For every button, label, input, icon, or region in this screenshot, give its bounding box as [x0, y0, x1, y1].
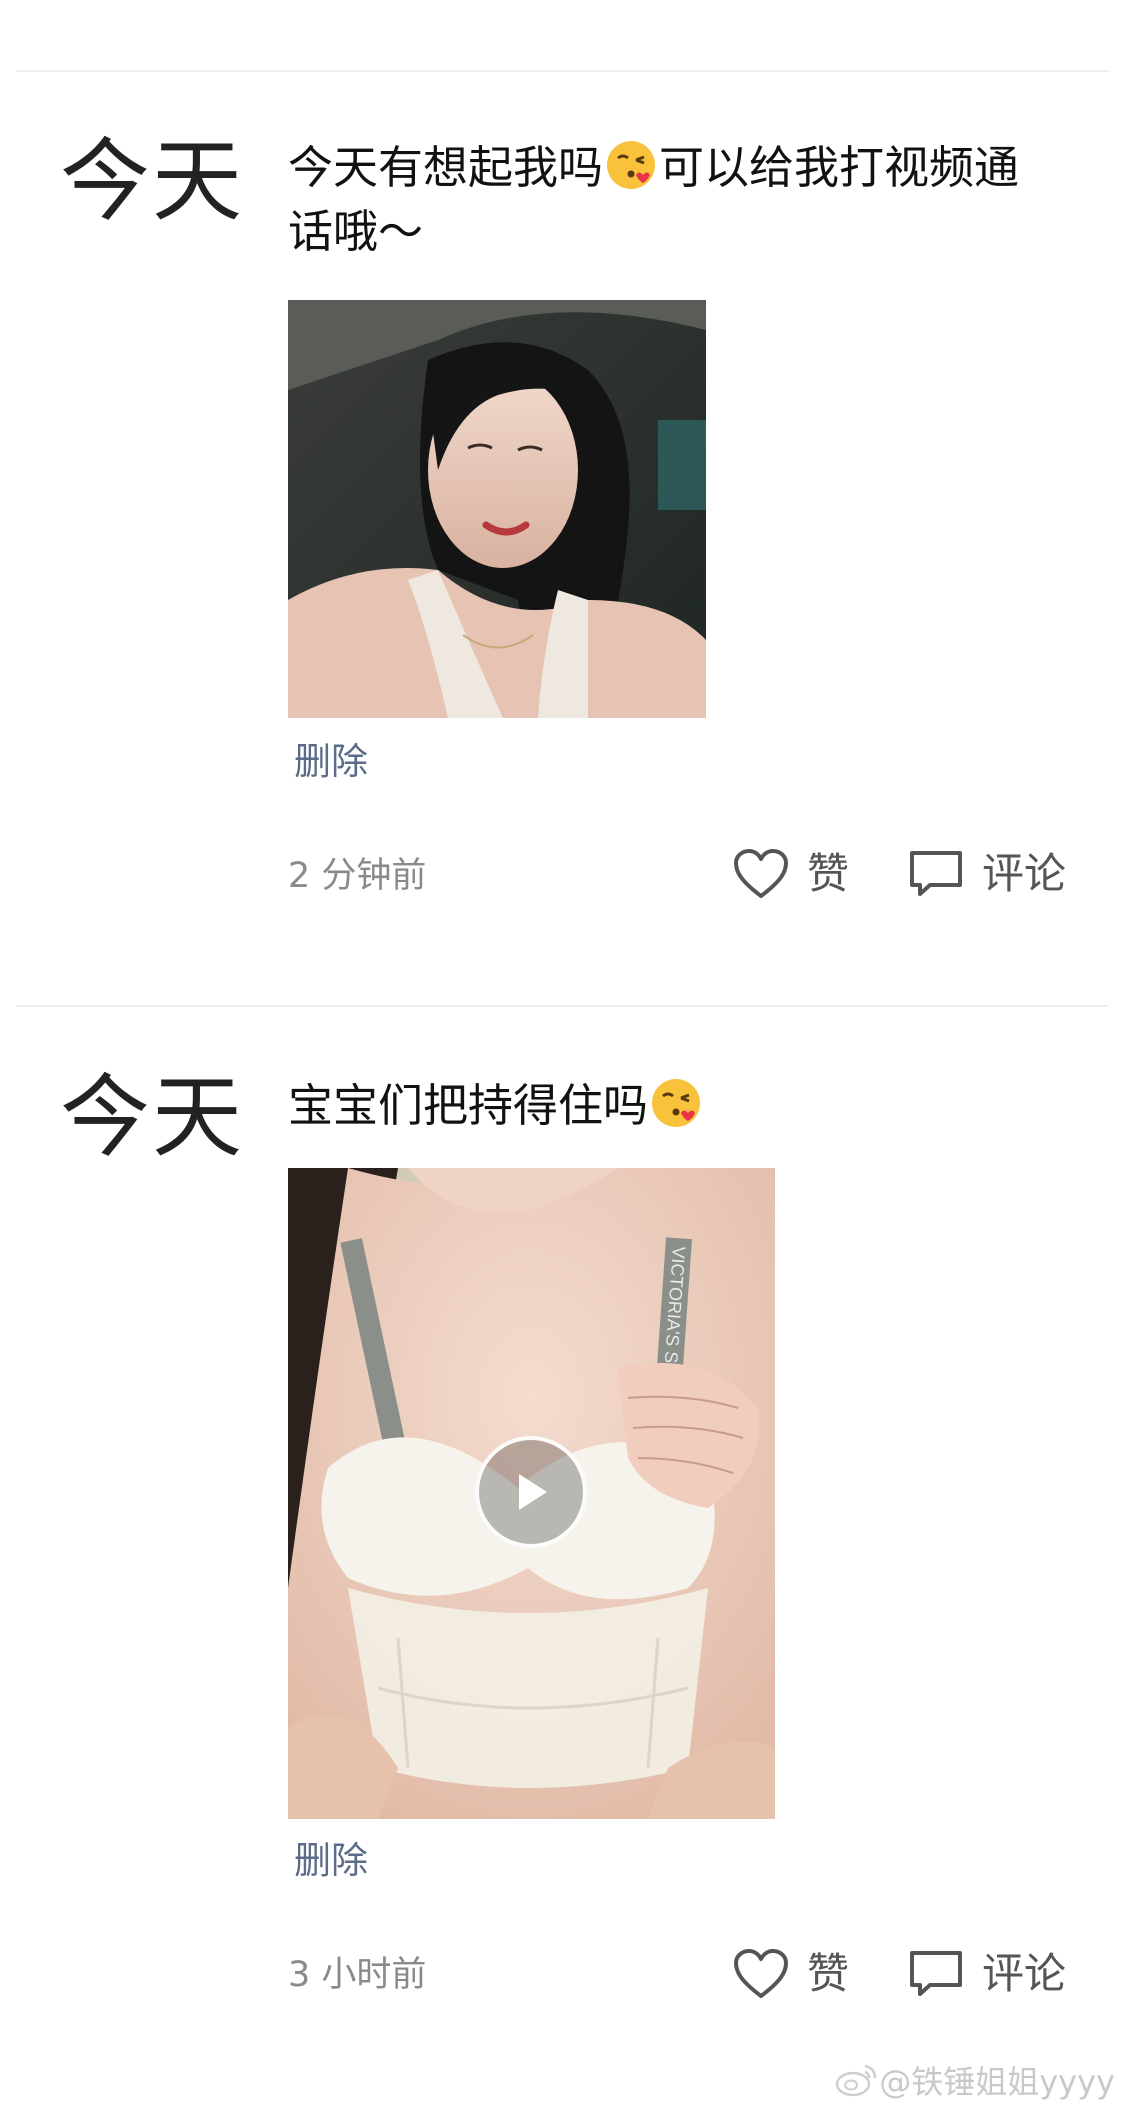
selfie-photo-image — [288, 300, 706, 718]
watermark: @铁锤姐姐yyyy — [835, 2057, 1115, 2103]
post-video[interactable]: VICTORIA'S SECRET — [288, 1168, 775, 1819]
post-text-part: 宝宝们把持得住吗 — [288, 1079, 649, 1132]
comment-button[interactable]: 评论 — [908, 1946, 1066, 2002]
like-button[interactable]: 赞 — [733, 846, 849, 902]
delete-post-link[interactable]: 删除 — [294, 737, 368, 787]
post-text: 宝宝们把持得住吗 — [288, 1074, 1048, 1138]
post-text: 今天有想起我吗 可以给我打视频通话哦～ — [288, 136, 1048, 264]
watermark-text: @铁锤姐姐yyyy — [879, 2063, 1115, 2101]
comment-bubble-icon — [910, 851, 962, 896]
delete-post-link[interactable]: 删除 — [294, 1836, 368, 1886]
like-label: 赞 — [807, 849, 850, 898]
post-divider — [16, 1005, 1109, 1007]
weibo-logo-icon — [835, 2064, 877, 2097]
post-date-label: 今天 — [60, 1065, 244, 1170]
heart-outline-icon — [734, 849, 788, 898]
comment-bubble-icon — [910, 1951, 962, 1996]
play-button[interactable] — [475, 1436, 587, 1548]
like-button[interactable]: 赞 — [733, 1946, 849, 2002]
post-date-label: 今天 — [60, 129, 244, 234]
kissing-face-emoji-icon — [607, 141, 656, 189]
post-timestamp: 2 分钟前 — [288, 856, 427, 896]
kissing-face-emoji-icon — [652, 1079, 701, 1127]
top-divider — [16, 70, 1109, 72]
post-timestamp: 3 小时前 — [288, 1955, 427, 1995]
comment-label: 评论 — [982, 849, 1067, 898]
heart-outline-icon — [734, 1949, 788, 1998]
comment-label: 评论 — [982, 1949, 1067, 1998]
post-photo[interactable] — [288, 300, 706, 718]
post-text-part: 今天有想起我吗 — [288, 141, 604, 194]
comment-button[interactable]: 评论 — [908, 846, 1066, 902]
play-icon — [519, 1474, 547, 1510]
like-label: 赞 — [807, 1949, 850, 1998]
